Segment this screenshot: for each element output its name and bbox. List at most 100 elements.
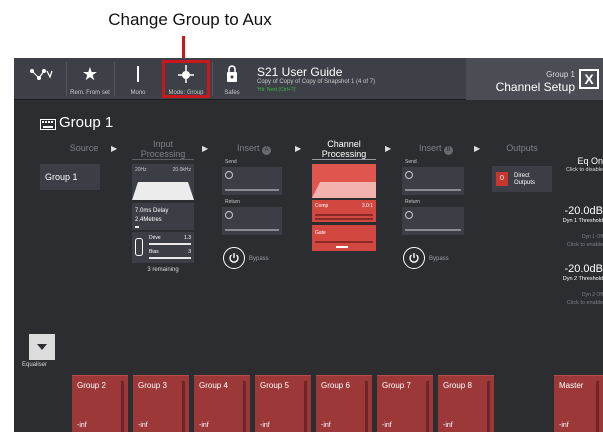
fader-meter: [182, 381, 185, 432]
source-value: Group 1: [45, 172, 78, 182]
bias-bar: [149, 257, 191, 259]
channel-setup-panel: Group 1 Channel Setup X: [466, 58, 603, 100]
session-title: S21 User Guide: [257, 65, 343, 79]
insert-a-send-card[interactable]: Send: [222, 159, 282, 195]
delay-bar: [135, 226, 139, 228]
fader-name: Group 2: [77, 381, 106, 390]
channel-setup-title: Channel Setup: [495, 80, 575, 94]
insert-b-send-card[interactable]: Send: [402, 159, 464, 195]
channel-name: Group 1: [546, 70, 575, 79]
chevron-down-icon: [37, 344, 47, 350]
insert-a-bypass-button[interactable]: [223, 247, 245, 269]
outputs-label: Outputs: [514, 180, 536, 186]
fader-master[interactable]: Master -inf: [554, 375, 603, 432]
return-label: Return: [225, 199, 241, 205]
fader-group-6[interactable]: Group 6 -inf: [316, 375, 372, 432]
fader-meter: [426, 381, 429, 432]
fader-name: Group 6: [321, 381, 350, 390]
fader-group-8[interactable]: Group 8 -inf: [438, 375, 494, 432]
insert-b-bypass-button[interactable]: [403, 247, 425, 269]
delay-metres: 2.4Metres: [135, 217, 162, 223]
console-window: ★ Rem. From set Mono Mode: Group Safes S…: [14, 58, 603, 432]
keyboard-icon[interactable]: [40, 117, 56, 135]
comp-bar: [315, 214, 373, 216]
delay-value: 7.0ms Delay: [135, 208, 169, 214]
knob-icon: [225, 211, 233, 219]
comp-card[interactable]: Comp 3.0:1: [312, 200, 376, 222]
delay-card[interactable]: 7.0ms Delay 2.4Metres: [132, 203, 194, 230]
fader-group-7[interactable]: Group 7 -inf: [377, 375, 433, 432]
close-button[interactable]: X: [579, 69, 599, 89]
highlight-box: [162, 60, 210, 98]
fader-value: -inf: [559, 422, 569, 429]
direct-label: Direct: [514, 173, 530, 179]
eq-disable-hint: Click to disable: [566, 167, 603, 173]
lpf-value: 20.0kHz: [172, 167, 191, 173]
insert-a-badge: A: [262, 146, 272, 155]
knob-icon: [405, 171, 413, 179]
fader-value: -inf: [138, 422, 148, 429]
insert-a-label: Insert: [236, 143, 260, 153]
tube-icon: [135, 238, 143, 256]
mono-button[interactable]: Mono: [118, 58, 158, 100]
remove-from-set-button[interactable]: ★ Rem. From set: [70, 58, 110, 100]
fader-group-3[interactable]: Group 3 -inf: [133, 375, 189, 432]
input-filter-card[interactable]: 20Hz 20.0kHz: [132, 164, 194, 200]
dyn1-enable-hint[interactable]: Click to enable: [567, 242, 603, 248]
send-bar: [225, 189, 279, 191]
fader-value: -inf: [382, 422, 392, 429]
gate-bar: [315, 241, 373, 243]
close-icon: X: [584, 71, 594, 87]
toolbar-divider: [66, 62, 67, 96]
bypass-label: Bypass: [429, 256, 449, 262]
fader-group-2[interactable]: Group 2 -inf: [72, 375, 128, 432]
fader-group-5[interactable]: Group 5 -inf: [255, 375, 311, 432]
direct-outputs-count: 0: [496, 172, 508, 186]
fader-name: Group 3: [138, 381, 167, 390]
eq-on-toggle[interactable]: Eq On: [577, 156, 603, 166]
remaining-count: 3 remaining: [147, 267, 179, 273]
input-processing-label: Input Processing: [140, 139, 186, 160]
fader-name: Group 5: [260, 381, 289, 390]
fader-name: Group 4: [199, 381, 228, 390]
insert-b-label: Insert: [418, 143, 442, 153]
dyn1-threshold-value[interactable]: -20.0dB: [564, 205, 603, 217]
bias-label: Bias: [149, 249, 159, 255]
insert-a-return-card[interactable]: Return: [222, 199, 282, 235]
fader-name: Master: [559, 381, 584, 390]
fader-value: -inf: [260, 422, 270, 429]
eq-card[interactable]: [312, 164, 376, 198]
tube-card[interactable]: Drive 1.3 Bias 3: [132, 232, 194, 263]
drive-label: Drive: [149, 235, 161, 241]
fader-group-4[interactable]: Group 4 -inf: [194, 375, 250, 432]
safes-button[interactable]: Safes: [214, 58, 250, 100]
fader-meter: [121, 381, 124, 432]
bypass-label: Bypass: [249, 256, 269, 262]
remove-from-set-label: Rem. From set: [70, 90, 110, 96]
gate-card[interactable]: Gate: [312, 225, 376, 251]
direct-outputs-card[interactable]: 0 Direct Outputs: [492, 166, 552, 192]
fader-meter: [487, 381, 490, 432]
dyn1-threshold-label: Dyn 1 Threshold: [562, 218, 603, 224]
fader-name: Group 7: [382, 381, 411, 390]
knob-icon: [405, 211, 413, 219]
power-icon: [409, 253, 419, 263]
arrow-icon: ▶: [295, 144, 302, 153]
source-selector[interactable]: Group 1: [40, 164, 100, 190]
snapshot-subtitle: Copy of Copy of Copy of Snapshot 1 (4 of…: [257, 79, 376, 85]
star-icon: ★: [81, 63, 99, 84]
lock-icon: [214, 63, 250, 85]
underline: [312, 159, 376, 160]
insert-b-return-card[interactable]: Return: [402, 199, 464, 235]
comp-label: Comp: [315, 203, 329, 209]
power-icon: [229, 253, 239, 263]
equaliser-button[interactable]: [29, 334, 55, 360]
insert-a-header: Insert A: [224, 143, 284, 155]
dyn2-threshold-value[interactable]: -20.0dB: [564, 263, 603, 275]
dyn2-enable-hint[interactable]: Click to enable: [567, 300, 603, 306]
insert-b-header: Insert B: [406, 143, 466, 155]
send-bar: [405, 189, 461, 191]
fader-value: -inf: [443, 422, 453, 429]
network-button[interactable]: [20, 58, 62, 100]
gate-label: Gate: [315, 230, 326, 236]
